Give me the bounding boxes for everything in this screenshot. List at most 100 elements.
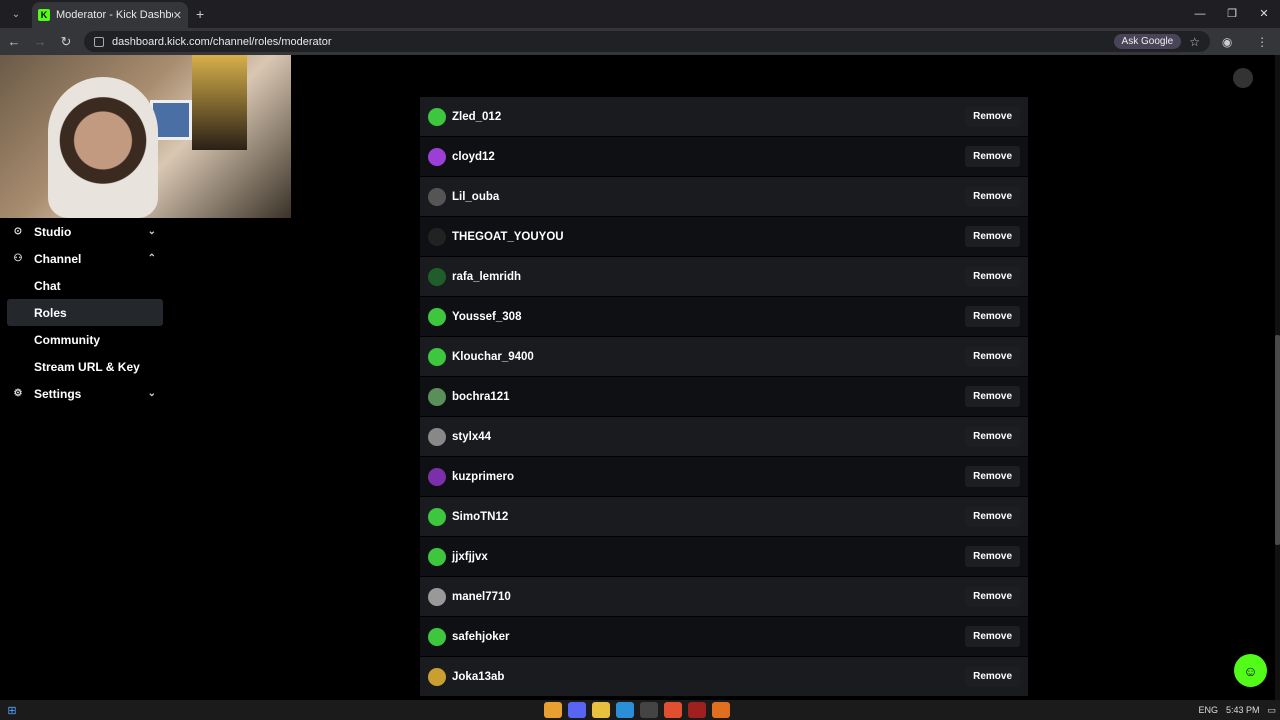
studio-icon: ⊙ [13,226,23,237]
sidebar-item-community[interactable]: Community [7,326,163,353]
remove-button[interactable]: Remove [965,386,1020,407]
moderator-username: SimoTN12 [452,510,509,523]
avatar [428,667,446,686]
webcam-overlay [0,55,291,218]
moderator-username: safehjoker [452,630,510,643]
avatar [428,467,446,486]
avatar [428,267,446,286]
chrome-icon[interactable] [544,702,562,718]
chevron-down-icon: ⌄ [147,388,156,399]
moderator-row: THEGOAT_YOUYOU Remove [420,217,1028,257]
remove-button[interactable]: Remove [965,346,1020,367]
sidebar-item-studio[interactable]: ⊙ Studio ⌄ [0,218,170,245]
chevron-up-icon: ⌃ [147,253,156,264]
avatar [428,387,446,406]
moderator-row: safehjoker Remove [420,617,1028,657]
address-bar-row: ← → ↻ dashboard.kick.com/channel/roles/m… [0,28,1280,55]
avatar [428,307,446,326]
moderator-username: jjxfjjvx [452,550,488,563]
channel-icon: ⚇ [13,253,23,264]
remove-button[interactable]: Remove [965,626,1020,647]
site-info-icon[interactable] [94,36,104,47]
remove-button[interactable]: Remove [965,426,1020,447]
url-text[interactable]: dashboard.kick.com/channel/roles/moderat… [112,36,1114,48]
moderator-username: Joka13ab [452,670,505,683]
moderator-row: Joka13ab Remove [420,657,1028,697]
remove-button[interactable]: Remove [965,506,1020,527]
ask-google-button[interactable]: Ask Google [1113,34,1182,49]
sidebar-item-settings[interactable]: ⚙ Settings ⌄ [0,380,170,407]
sidebar-label: Studio [34,224,72,239]
forward-icon[interactable]: → [28,34,52,49]
sidebar-item-roles[interactable]: Roles [7,299,163,326]
help-chat-button[interactable]: ☺ [1234,654,1267,687]
avatar [428,507,446,526]
browser-tab-bar: ⌄ K Moderator - Kick Dashboard ✕ + — ❐ ✕ [0,0,1280,28]
notification-icon[interactable]: ▭ [1267,705,1276,716]
close-window-icon[interactable]: ✕ [1248,0,1280,28]
moderator-row: Youssef_308 Remove [420,297,1028,337]
moderator-username: manel7710 [452,590,511,603]
restore-icon[interactable]: ❐ [1216,0,1248,28]
tab-search-chevron-icon[interactable]: ⌄ [4,4,28,24]
windows-start-icon[interactable]: ⊞ [0,704,24,717]
minimize-icon[interactable]: — [1184,0,1216,28]
chevron-down-icon: ⌄ [147,226,156,237]
remove-button[interactable]: Remove [965,186,1020,207]
system-tray: ENG 5:43 PM ▭ [1198,705,1276,716]
remove-button[interactable]: Remove [965,106,1020,127]
moderator-row: jjxfjjvx Remove [420,537,1028,577]
gear-icon: ⚙ [13,388,23,399]
browser-menu-icon[interactable]: ⋮ [1256,35,1268,49]
moderator-username: kuzprimero [452,470,514,483]
streamer-image [48,77,158,218]
avatar [428,227,446,246]
moderator-row: Klouchar_9400 Remove [420,337,1028,377]
omnibox[interactable]: dashboard.kick.com/channel/roles/moderat… [84,31,1210,52]
sidebar-item-chat[interactable]: Chat [7,272,163,299]
remove-button[interactable]: Remove [965,226,1020,247]
remove-button[interactable]: Remove [965,146,1020,167]
language-indicator[interactable]: ENG [1198,705,1218,715]
moderator-row: bochra121 Remove [420,377,1028,417]
close-tab-icon[interactable]: ✕ [173,9,182,22]
folder-icon[interactable] [592,702,610,718]
new-tab-icon[interactable]: + [196,6,204,22]
browser-tab[interactable]: K Moderator - Kick Dashboard ✕ [32,2,188,28]
back-icon[interactable]: ← [2,34,26,49]
avatar [428,427,446,446]
bookmark-star-icon[interactable]: ☆ [1189,35,1200,49]
scrollbar-thumb[interactable] [1275,335,1280,545]
edge-icon[interactable] [616,702,634,718]
moderator-row: kuzprimero Remove [420,457,1028,497]
moderator-username: Lil_ouba [452,190,500,203]
remove-button[interactable]: Remove [965,546,1020,567]
window-controls: — ❐ ✕ [1184,0,1280,28]
remove-button[interactable]: Remove [965,666,1020,687]
kick-favicon-icon: K [38,9,50,21]
moderator-username: Klouchar_9400 [452,350,534,363]
reload-icon[interactable]: ↻ [54,34,78,50]
clock[interactable]: 5:43 PM [1226,705,1260,715]
remove-button[interactable]: Remove [965,466,1020,487]
discord-icon[interactable] [568,702,586,718]
sidebar-label: Settings [34,386,82,401]
remove-button[interactable]: Remove [965,586,1020,607]
moderator-username: Zled_012 [452,110,502,123]
sidebar-item-channel[interactable]: ⚇ Channel ⌃ [0,245,170,272]
settings-app-icon[interactable] [640,702,658,718]
moderator-row: manel7710 Remove [420,577,1028,617]
taskbar: ⊞ ENG 5:43 PM ▭ [0,700,1280,720]
app-orange-icon[interactable] [712,702,730,718]
avatar [428,547,446,566]
app-icon[interactable] [688,702,706,718]
tab-title: Moderator - Kick Dashboard [56,9,173,21]
sidebar-item-stream-url[interactable]: Stream URL & Key [7,353,163,380]
remove-button[interactable]: Remove [965,306,1020,327]
user-avatar[interactable] [1233,68,1253,88]
profile-icon[interactable]: ◉ [1222,35,1232,49]
remove-button[interactable]: Remove [965,266,1020,287]
avatar [428,187,446,206]
sidebar-label: Channel [34,251,82,266]
chrome-active-icon[interactable] [664,702,682,718]
